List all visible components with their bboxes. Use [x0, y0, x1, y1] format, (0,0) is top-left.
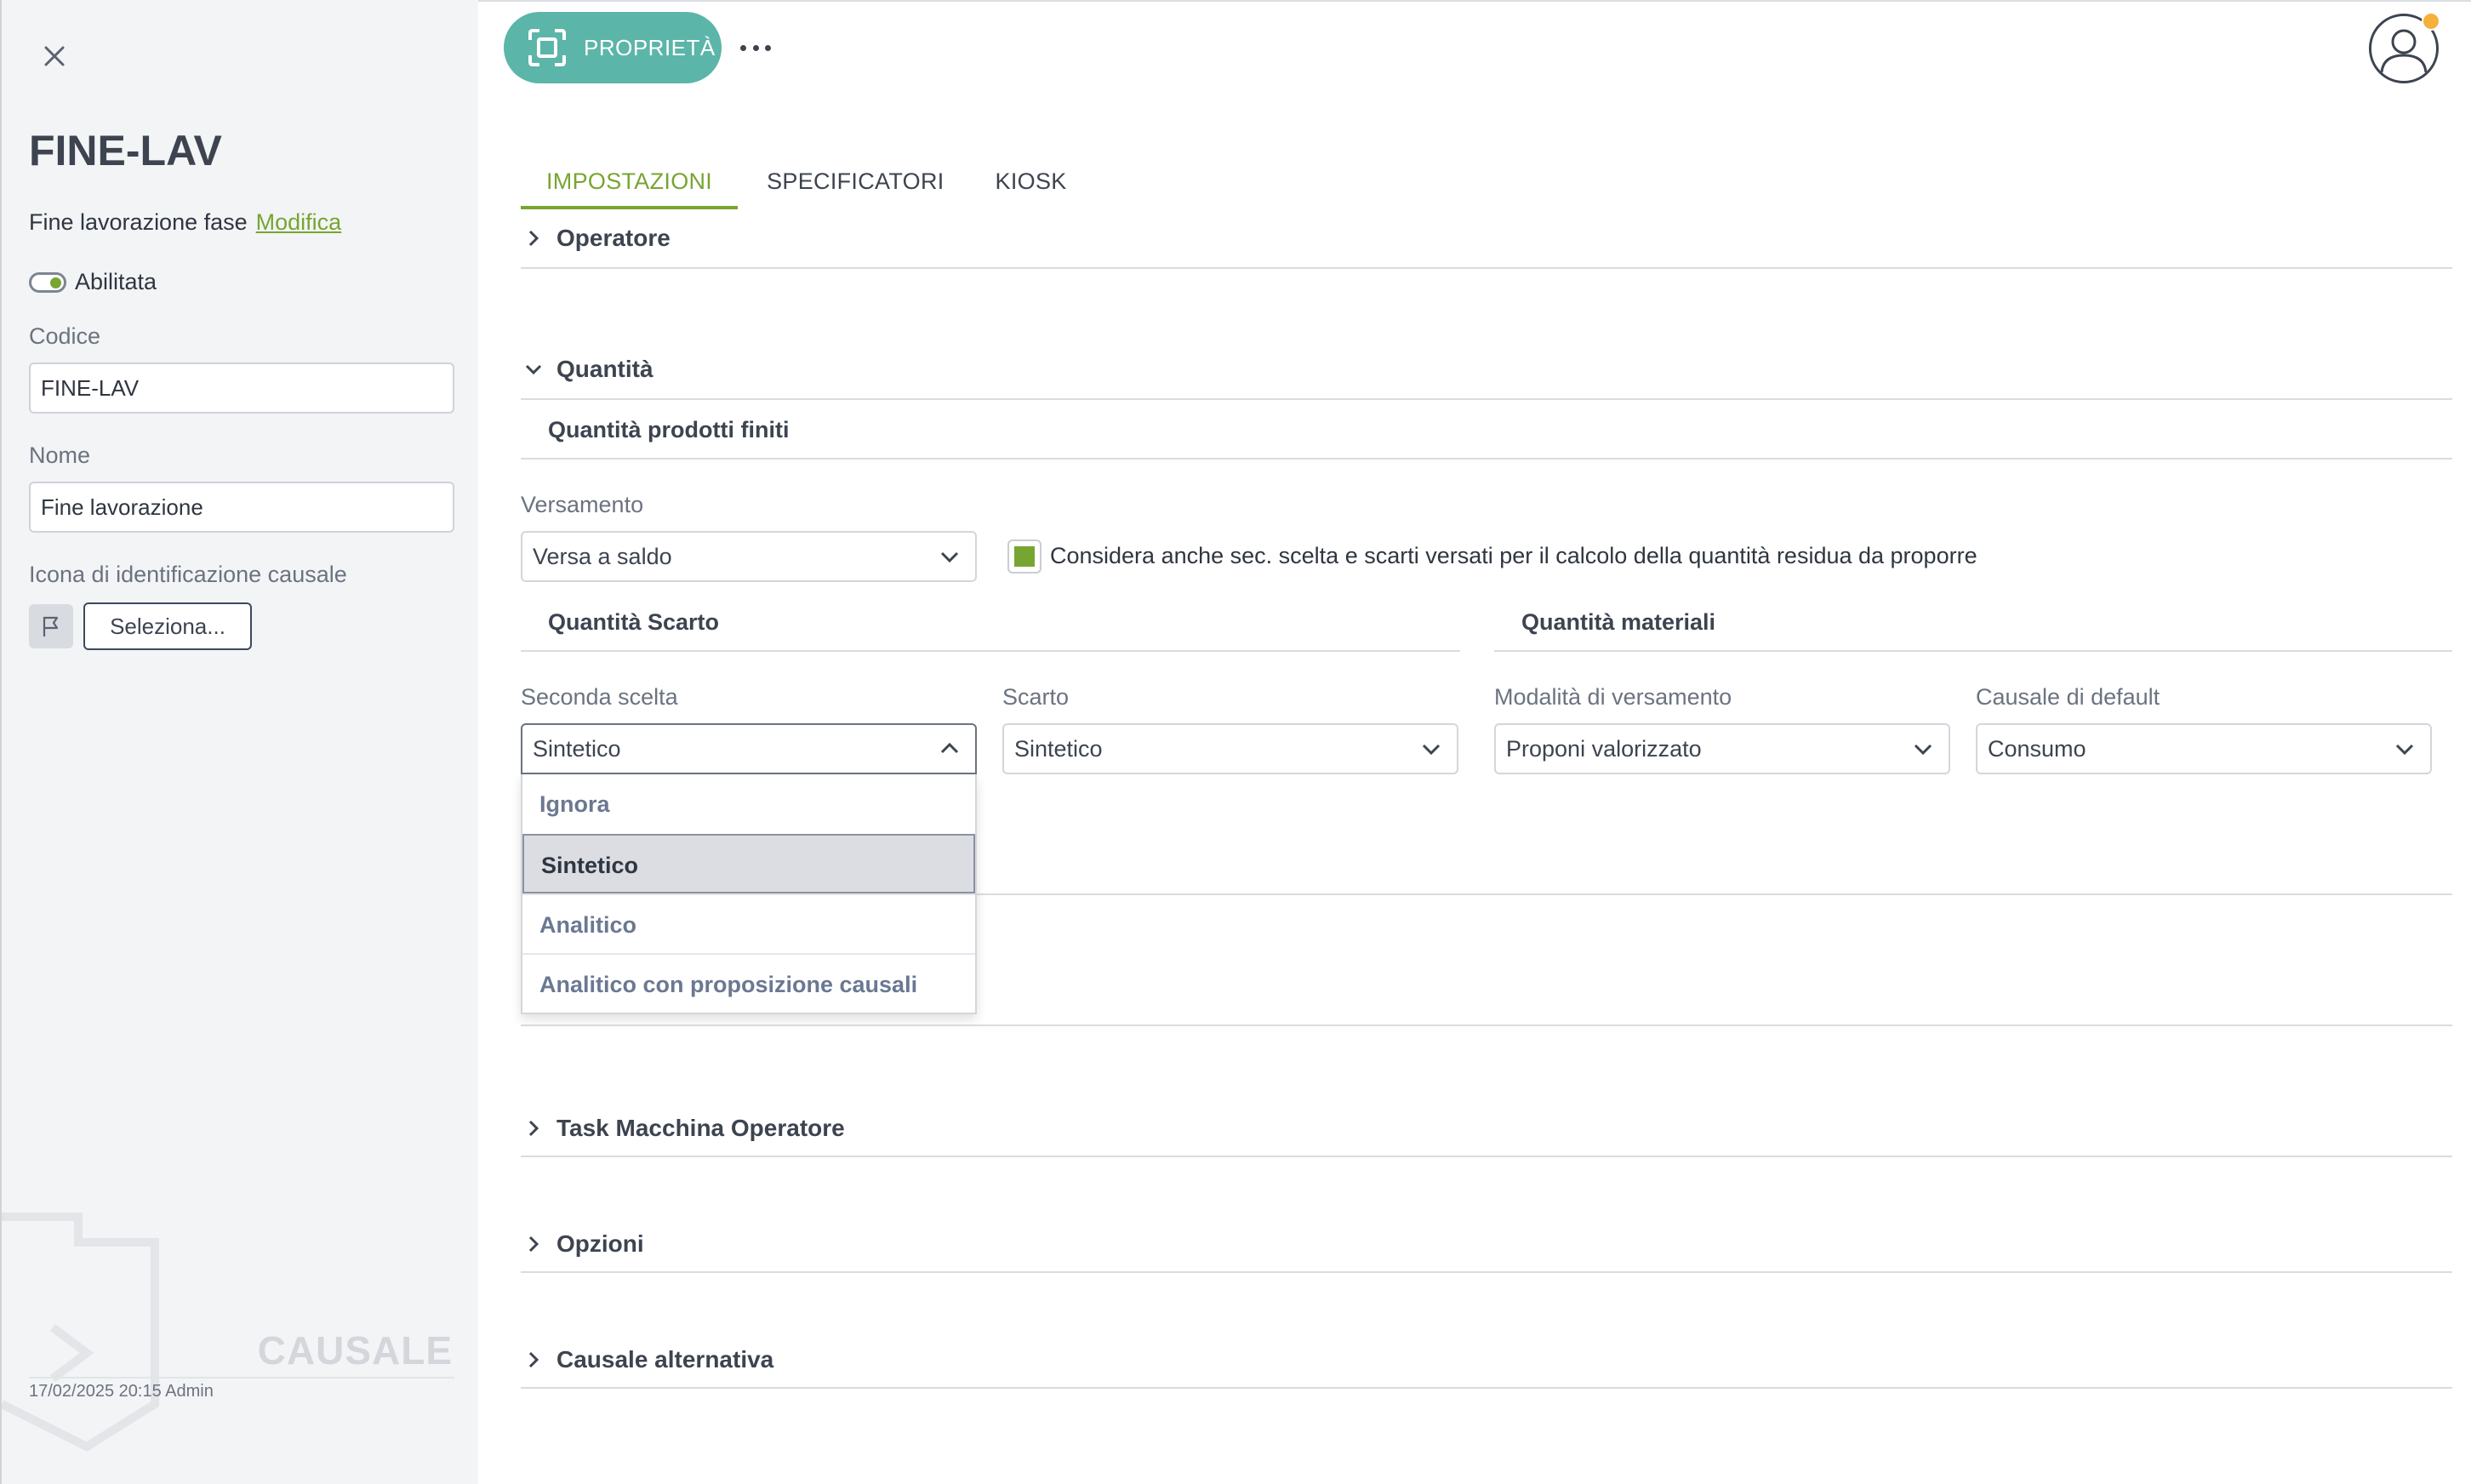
section-task-header[interactable]: Task Macchina Operatore — [521, 1115, 2452, 1142]
entity-type-watermark: CAUSALE — [257, 1328, 453, 1373]
clipboard-watermark-icon — [2, 1213, 159, 1452]
section-quantita-header[interactable]: Quantità — [521, 356, 2452, 383]
section-causale-alt-header[interactable]: Causale alternativa — [521, 1346, 2452, 1373]
divider — [521, 1271, 2452, 1273]
section-opzioni-title: Opzioni — [556, 1230, 644, 1257]
divider — [521, 1387, 2452, 1389]
second-choice-label: Seconda scelta — [521, 684, 678, 710]
mode-select[interactable]: Proponi valorizzato — [1494, 723, 1950, 774]
section-opzioni-header[interactable]: Opzioni — [521, 1230, 2452, 1258]
chevron-down-icon — [1914, 744, 1932, 756]
tab-specificatori[interactable]: SPECIFICATORI — [738, 153, 969, 209]
tab-bar: IMPOSTAZIONI SPECIFICATORI KIOSK — [521, 153, 1093, 209]
divider — [1494, 650, 2452, 652]
scrap-label: Scarto — [1002, 684, 1070, 710]
section-causale-alt-title: Causale alternativa — [556, 1346, 774, 1373]
focus-frame-icon — [528, 28, 567, 67]
scrap-select[interactable]: Sintetico — [1002, 723, 1458, 774]
description-text: Fine lavorazione fase — [29, 209, 248, 235]
versamento-select[interactable]: Versa a saldo — [521, 531, 977, 582]
tab-kiosk[interactable]: KIOSK — [970, 153, 1093, 209]
default-reason-select[interactable]: Consumo — [1976, 723, 2432, 774]
last-modified: 17/02/2025 20:15 Admin — [29, 1382, 214, 1401]
sidebar-divider — [29, 1377, 454, 1378]
top-border — [478, 0, 2471, 2]
flag-icon — [29, 604, 73, 648]
divider — [521, 398, 2452, 400]
section-operatore-header[interactable]: Operatore — [521, 225, 2452, 252]
section-task-title: Task Macchina Operatore — [556, 1115, 845, 1141]
edit-link[interactable]: Modifica — [256, 209, 342, 235]
chevron-right-icon — [521, 225, 546, 251]
chevron-down-icon — [1422, 744, 1441, 756]
dropdown-option-analitico-causali[interactable]: Analitico con proposizione causali — [522, 953, 975, 1013]
record-description: Fine lavorazione fase Modifica — [29, 209, 341, 236]
chevron-down-icon — [521, 357, 546, 382]
chevron-up-icon — [940, 742, 959, 754]
divider — [521, 458, 2452, 459]
materials-title: Quantità materiali — [1521, 609, 1716, 635]
enabled-toggle-row: Abilitata — [29, 269, 157, 295]
tab-impostazioni[interactable]: IMPOSTAZIONI — [521, 153, 739, 209]
divider — [521, 1025, 2452, 1026]
second-choice-dropdown: Ignora Sintetico Analitico Analitico con… — [521, 774, 977, 1014]
chevron-down-icon — [940, 551, 959, 563]
dropdown-option-analitico[interactable]: Analitico — [522, 893, 975, 953]
chevron-right-icon — [521, 1347, 546, 1373]
properties-label: PROPRIETÀ — [584, 34, 716, 60]
more-options-icon[interactable] — [740, 29, 771, 66]
enabled-toggle[interactable] — [29, 271, 66, 293]
scrap-title: Quantità Scarto — [548, 609, 720, 635]
chevron-right-icon — [521, 1231, 546, 1257]
code-label: Codice — [29, 323, 101, 349]
divider — [521, 1156, 2452, 1157]
section-operatore-title: Operatore — [556, 225, 671, 251]
scrap-value: Sintetico — [1014, 736, 1103, 762]
second-choice-select[interactable]: Sintetico — [521, 723, 977, 774]
icon-label: Icona di identificazione causale — [29, 562, 347, 587]
section-quantita-title: Quantità — [556, 356, 653, 382]
second-choice-value: Sintetico — [533, 736, 621, 762]
versamento-label: Versamento — [521, 492, 644, 517]
chevron-right-icon — [521, 1116, 546, 1141]
versamento-value: Versa a saldo — [533, 544, 672, 569]
finished-products-title: Quantità prodotti finiti — [548, 417, 790, 442]
dropdown-option-sintetico[interactable]: Sintetico — [522, 834, 975, 893]
record-title: FINE-LAV — [29, 127, 222, 174]
code-field[interactable]: FINE-LAV — [29, 362, 454, 414]
divider — [521, 650, 1460, 652]
close-icon[interactable] — [39, 41, 70, 71]
record-sidebar: FINE-LAV Fine lavorazione fase Modifica A… — [0, 0, 478, 1484]
name-field[interactable]: Fine lavorazione — [29, 482, 454, 533]
enabled-label: Abilitata — [75, 269, 157, 294]
name-label: Nome — [29, 442, 91, 468]
divider — [521, 267, 2452, 269]
mode-value: Proponi valorizzato — [1506, 736, 1702, 762]
mode-label: Modalità di versamento — [1494, 684, 1732, 710]
notification-badge — [2422, 12, 2440, 31]
default-reason-label: Causale di default — [1976, 684, 2160, 710]
default-reason-value: Consumo — [1988, 736, 2086, 762]
select-icon-button[interactable]: Seleziona... — [83, 602, 252, 650]
chevron-down-icon — [2395, 744, 2414, 756]
consider-checkbox[interactable] — [1007, 539, 1041, 574]
consider-checkbox-label: Considera anche sec. scelta e scarti ver… — [1050, 543, 1977, 568]
dropdown-option-ignora[interactable]: Ignora — [522, 774, 975, 834]
properties-button[interactable]: PROPRIETÀ — [504, 12, 722, 83]
